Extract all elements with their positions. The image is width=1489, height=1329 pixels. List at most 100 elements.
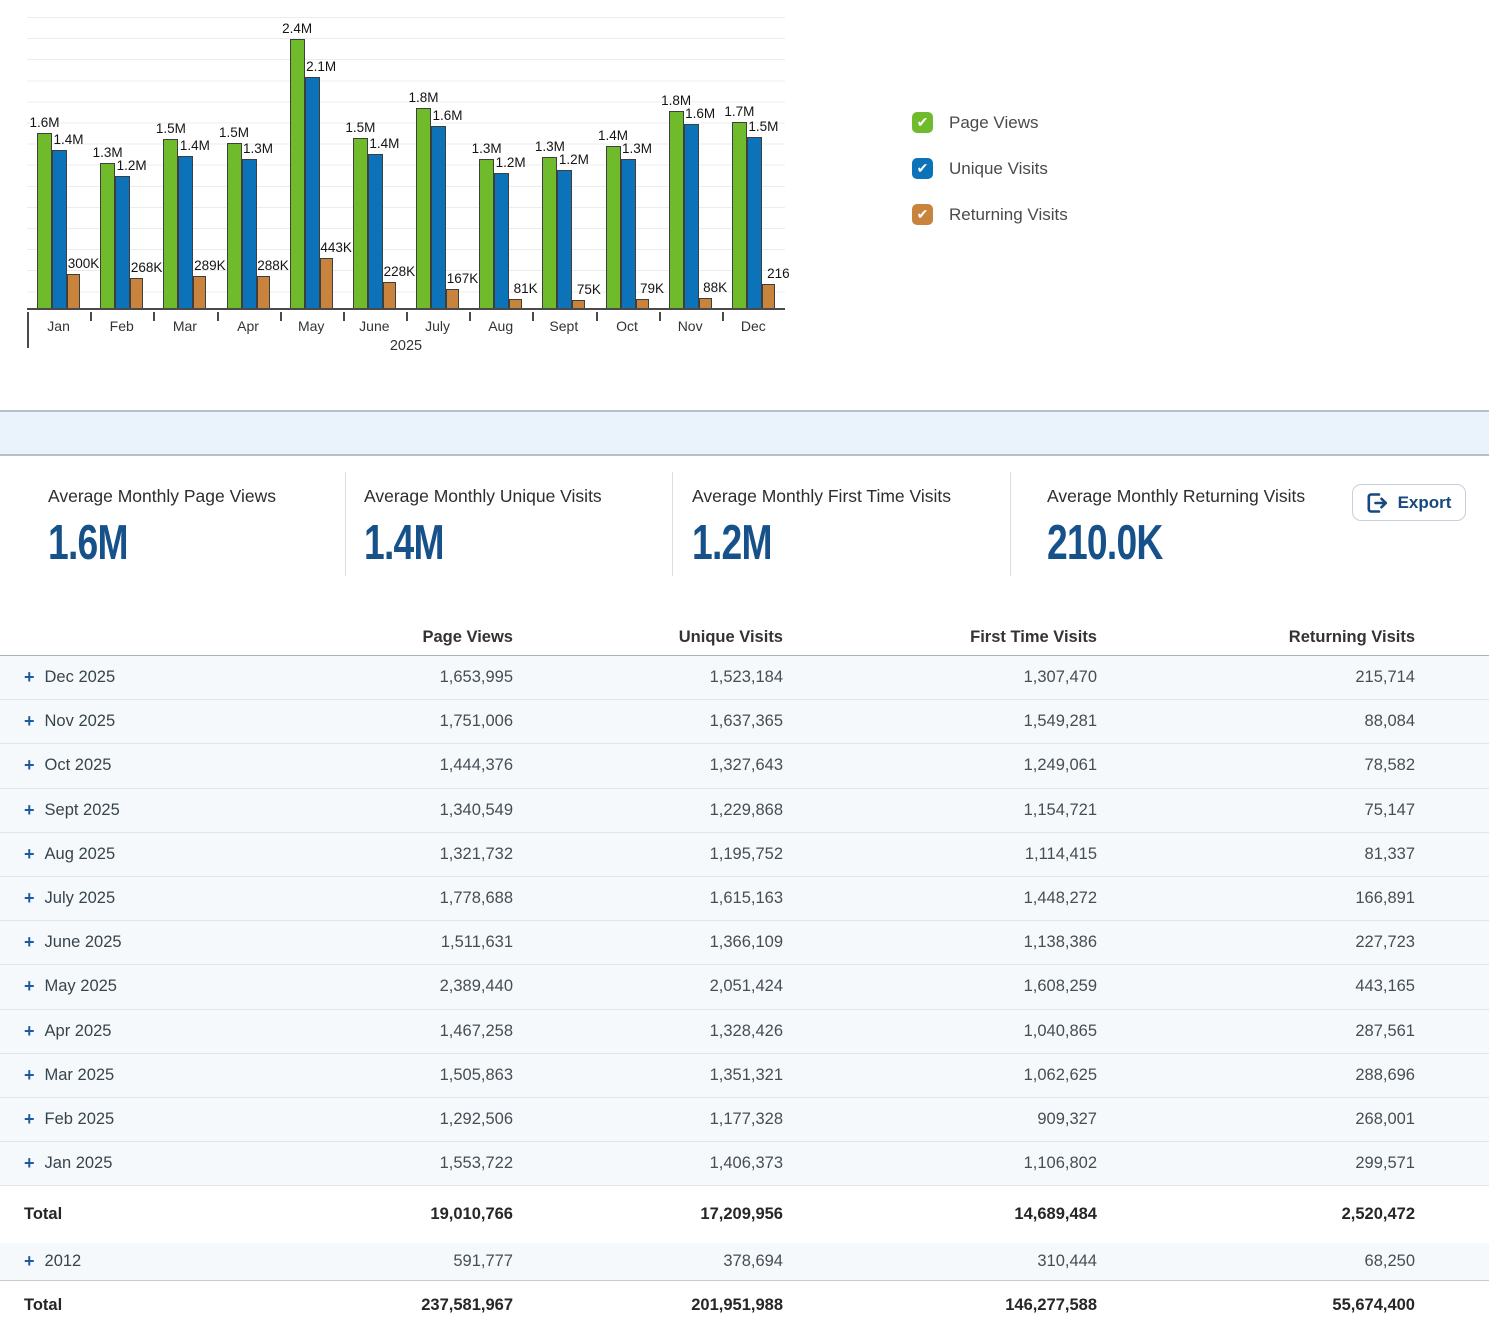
bar-value-label: 1.5M: [155, 121, 186, 136]
bar-unique-visits: [241, 159, 257, 308]
table-row-dec-2025[interactable]: + Dec 2025 1,653,995 1,523,184 1,307,470 215,…: [0, 656, 1489, 701]
export-button[interactable]: Export: [1352, 484, 1466, 521]
table-cell: 166,891: [1355, 889, 1415, 908]
table-row-mar-2025[interactable]: + Mar 2025 1,505,863 1,351,321 1,062,625 288,…: [0, 1053, 1489, 1098]
bar-returning-visits: [635, 299, 649, 308]
bar-page-views: [289, 39, 305, 308]
table-cell: 227,723: [1355, 933, 1415, 952]
expand-plus-icon[interactable]: +: [24, 667, 35, 688]
table-cell: 288,696: [1355, 1065, 1415, 1084]
bar-unique-visits: [431, 126, 446, 308]
axis-tick: [406, 312, 408, 321]
table-cell: 1,444,376: [439, 756, 513, 775]
table-cell: 14,689,484: [1014, 1205, 1097, 1224]
axis-tick: [532, 312, 535, 321]
table-header: Page Views Unique Visits First Time Visi…: [0, 620, 1489, 656]
expand-plus-icon[interactable]: +: [24, 844, 35, 865]
bar-group-aug: 1.3M 1.2M 81K: [469, 17, 538, 308]
legend-checkbox[interactable]: ✔: [912, 204, 933, 225]
bar-value-label: 2.4M: [282, 21, 313, 36]
table-row-feb-2025[interactable]: + Feb 2025 1,292,506 1,177,328 909,327 268,00…: [0, 1097, 1489, 1143]
axis-tick: [279, 312, 282, 321]
expand-plus-icon[interactable]: +: [24, 1065, 35, 1086]
table-row-nov-2025[interactable]: + Nov 2025 1,751,006 1,637,365 1,549,281 88,0…: [0, 700, 1489, 745]
card-avg-first-time-visits: Average Monthly First Time Visits 1.2M: [692, 486, 951, 571]
card-avg-returning-visits: Average Monthly Returning Visits 210.0K: [1047, 486, 1305, 571]
expand-plus-icon[interactable]: +: [24, 1251, 35, 1272]
expand-plus-icon[interactable]: +: [24, 755, 35, 776]
row-label: Aug 2025: [44, 844, 116, 863]
table-cell: 1,615,163: [709, 889, 783, 908]
table-cell: 1,751,006: [439, 712, 513, 731]
legend-checkbox[interactable]: ✔: [912, 112, 933, 133]
table-row-july-2025[interactable]: + July 2025 1,778,688 1,615,163 1,448,272 166…: [0, 876, 1489, 922]
table-cell: 1,177,328: [709, 1109, 783, 1128]
table-row-apr-2025[interactable]: + Apr 2025 1,467,258 1,328,426 1,040,865 287,…: [0, 1009, 1489, 1054]
row-label-cell: + June 2025: [0, 932, 243, 953]
bar-unique-visits: [304, 77, 320, 308]
table-row-may-2025[interactable]: + May 2025 2,389,440 2,051,424 1,608,259 443,…: [0, 965, 1489, 1010]
table-row-oct-2025[interactable]: + Oct 2025 1,444,376 1,327,643 1,249,061 78,5…: [0, 744, 1489, 789]
table-cell: 1,608,259: [1023, 977, 1097, 996]
axis-tick: [595, 312, 598, 321]
row-label-cell: + May 2025: [0, 976, 243, 997]
table-cell: 1,340,549: [439, 800, 513, 819]
bar-unique-visits: [494, 173, 510, 308]
table-cell: 909,327: [1037, 1109, 1097, 1128]
legend-label: Unique Visits: [949, 158, 1048, 178]
expand-plus-icon[interactable]: +: [24, 711, 35, 732]
x-tick-label-july: July: [425, 318, 450, 334]
bar-returning-visits: [761, 284, 775, 308]
legend-label: Returning Visits: [949, 204, 1068, 224]
bar-value-label: 216: [767, 266, 790, 281]
x-tick-label-oct: Oct: [616, 318, 638, 334]
bar-group-july: 1.8M 1.6M 167K: [406, 17, 478, 308]
bar-unique-visits: [746, 137, 762, 308]
bar-unique-visits: [52, 150, 67, 308]
row-label: July 2025: [44, 889, 116, 908]
table-cell: 1,249,061: [1023, 756, 1097, 775]
table-cell: 81,337: [1364, 844, 1415, 863]
bar-value-label: 1.4M: [53, 132, 84, 147]
bar-returning-visits: [572, 300, 586, 308]
table-row-june-2025[interactable]: + June 2025 1,511,631 1,366,109 1,138,386 227…: [0, 921, 1489, 966]
card-title: Average Monthly First Time Visits: [692, 486, 952, 506]
bar-returning-visits: [509, 299, 523, 308]
bar-value-label: 1.2M: [116, 158, 147, 173]
table-cell: 17,209,956: [700, 1205, 783, 1224]
bar-returning-visits: [382, 282, 396, 308]
row-label-cell: + Oct 2025: [0, 755, 243, 776]
row-label: Jan 2025: [44, 1154, 113, 1173]
bar-returning-visits: [67, 274, 80, 308]
bar-value-label: 1.3M: [242, 141, 274, 156]
row-label: Dec 2025: [44, 668, 116, 687]
bar-page-views: [100, 163, 116, 308]
table-cell: 201,951,988: [691, 1295, 783, 1314]
expand-plus-icon[interactable]: +: [24, 932, 35, 953]
table-cell: 1,406,373: [709, 1154, 783, 1173]
table-cell: 443,165: [1355, 977, 1415, 996]
table-row-2012[interactable]: +2012 591,777 378,694 310,444 68,250: [0, 1243, 1489, 1282]
summary-cards: Average Monthly Page Views 1.6M Average …: [0, 456, 1489, 620]
expand-plus-icon[interactable]: +: [24, 1153, 35, 1174]
row-label: Feb 2025: [44, 1109, 115, 1128]
expand-plus-icon[interactable]: +: [24, 1109, 35, 1130]
bar-group-june: 1.5M 1.4M 228K: [343, 17, 415, 308]
expand-plus-icon[interactable]: +: [24, 800, 35, 821]
card-title: Average Monthly Unique Visits: [364, 486, 602, 506]
expand-plus-icon[interactable]: +: [24, 888, 35, 909]
axis-tick: [153, 312, 156, 321]
table-row-aug-2025[interactable]: + Aug 2025 1,321,732 1,195,752 1,114,415 81,3…: [0, 832, 1489, 877]
expand-plus-icon[interactable]: +: [24, 1021, 35, 1042]
table-row-sept-2025[interactable]: + Sept 2025 1,340,549 1,229,868 1,154,721 75,…: [0, 788, 1489, 833]
expand-plus-icon[interactable]: +: [24, 976, 35, 997]
legend-checkbox[interactable]: ✔: [912, 158, 933, 179]
bar-value-label: 1.3M: [471, 141, 502, 156]
bar-returning-visits: [193, 276, 207, 308]
bar-unique-visits: [178, 156, 194, 308]
bar-value-label: 1.6M: [685, 106, 716, 121]
column-header-returning-visits: Returning Visits: [1288, 628, 1415, 646]
table-row-jan-2025[interactable]: + Jan 2025 1,553,722 1,406,373 1,106,802 299,…: [0, 1142, 1489, 1187]
bar-value-label: 1.8M: [408, 90, 439, 105]
table-cell: 19,010,766: [430, 1205, 513, 1224]
